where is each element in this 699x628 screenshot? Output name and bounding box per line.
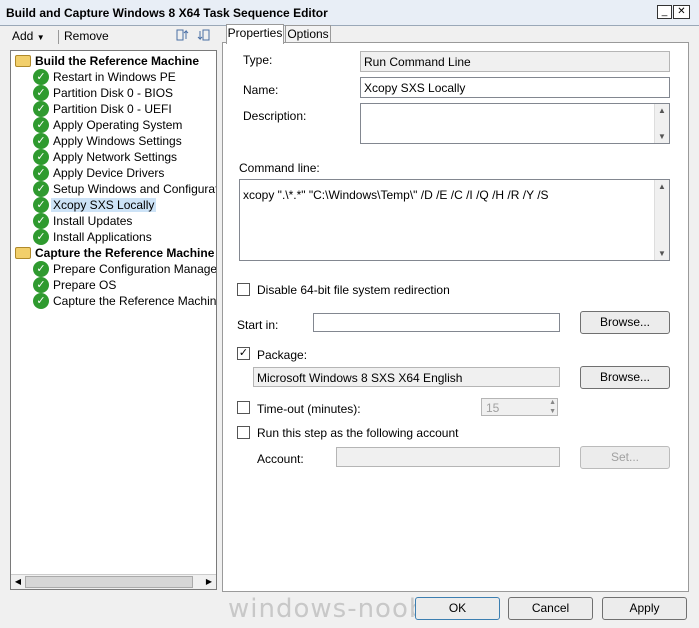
timeout-checkbox[interactable] bbox=[237, 401, 250, 414]
account-label: Account: bbox=[257, 452, 304, 466]
set-account-button[interactable]: Set... bbox=[580, 446, 670, 469]
success-check-icon: ✓ bbox=[33, 149, 49, 165]
tree-item-label: Xcopy SXS Locally bbox=[51, 198, 157, 212]
add-button-label: Add bbox=[12, 29, 34, 43]
toolbar-divider bbox=[58, 30, 59, 44]
move-down-icon[interactable] bbox=[196, 27, 212, 46]
folder-icon bbox=[15, 55, 31, 67]
run-as-account-label: Run this step as the following account bbox=[257, 426, 459, 440]
success-check-icon: ✓ bbox=[33, 213, 49, 229]
spin-down-icon[interactable]: ▼ bbox=[549, 408, 556, 415]
success-check-icon: ✓ bbox=[33, 101, 49, 117]
tree-group-label: Capture the Reference Machine bbox=[35, 246, 215, 260]
disable-64bit-checkbox[interactable] bbox=[237, 283, 250, 296]
tree-item-label: Install Updates bbox=[53, 214, 133, 228]
tree-group-label: Build the Reference Machine bbox=[35, 54, 200, 68]
command-line-field[interactable]: xcopy ".\*.*" "C:\Windows\Temp\" /D /E /… bbox=[239, 179, 670, 261]
title-bar: Build and Capture Windows 8 X64 Task Seq… bbox=[0, 0, 699, 26]
ok-button[interactable]: OK bbox=[415, 597, 500, 620]
success-check-icon: ✓ bbox=[33, 117, 49, 133]
close-icon: ✕ bbox=[677, 6, 686, 17]
close-button[interactable]: ✕ bbox=[673, 5, 690, 19]
disable-64bit-label: Disable 64-bit file system redirection bbox=[257, 283, 450, 297]
tree-item-label: Apply Device Drivers bbox=[53, 166, 165, 180]
spin-up-icon[interactable]: ▲ bbox=[549, 399, 556, 406]
success-check-icon: ✓ bbox=[33, 133, 49, 149]
success-check-icon: ✓ bbox=[33, 197, 49, 213]
description-label: Description: bbox=[243, 109, 307, 123]
remove-button[interactable]: Remove bbox=[64, 29, 109, 43]
tree-item-label: Partition Disk 0 - BIOS bbox=[53, 86, 174, 100]
tree-item-label: Apply Windows Settings bbox=[53, 134, 182, 148]
apply-button[interactable]: Apply bbox=[602, 597, 687, 620]
tab-properties[interactable]: Properties bbox=[226, 24, 284, 44]
scroll-left-icon[interactable]: ◀ bbox=[11, 576, 25, 588]
command-line-value: xcopy ".\*.*" "C:\Windows\Temp\" /D /E /… bbox=[243, 188, 549, 202]
scroll-up-icon[interactable]: ▲ bbox=[657, 182, 667, 191]
success-check-icon: ✓ bbox=[33, 293, 49, 309]
timeout-spinner[interactable]: 15 ▲ ▼ bbox=[481, 398, 558, 416]
move-up-icon[interactable] bbox=[174, 27, 190, 46]
success-check-icon: ✓ bbox=[33, 229, 49, 245]
scroll-right-icon[interactable]: ▶ bbox=[202, 576, 216, 588]
name-field[interactable]: Xcopy SXS Locally bbox=[360, 77, 670, 98]
package-checkbox[interactable]: ✓ bbox=[237, 347, 250, 360]
task-sequence-tree[interactable]: Build the Reference Machine ✓ Restart in … bbox=[10, 50, 217, 590]
success-check-icon: ✓ bbox=[33, 261, 49, 277]
tree-toolbar: Add ▼ Remove bbox=[6, 26, 220, 48]
tree-item-label: Restart in Windows PE bbox=[53, 70, 176, 84]
scroll-up-icon[interactable]: ▲ bbox=[657, 106, 667, 115]
start-in-field[interactable] bbox=[313, 313, 560, 332]
type-label: Type: bbox=[243, 53, 273, 67]
minimize-icon: _ bbox=[661, 6, 668, 17]
description-scrollbar[interactable]: ▲ ▼ bbox=[654, 104, 669, 143]
start-in-browse-button[interactable]: Browse... bbox=[580, 311, 670, 334]
tree-item-label: Prepare Configuration Manager Cli bbox=[53, 262, 217, 276]
tree-item-label: Partition Disk 0 - UEFI bbox=[53, 102, 172, 116]
add-button[interactable]: Add ▼ bbox=[12, 29, 45, 43]
tree-horizontal-scrollbar[interactable]: ◀ ▶ bbox=[11, 574, 216, 589]
success-check-icon: ✓ bbox=[33, 85, 49, 101]
timeout-value: 15 bbox=[486, 401, 500, 415]
package-label: Package: bbox=[257, 348, 308, 362]
package-value: Microsoft Windows 8 SXS X64 English bbox=[253, 367, 560, 387]
cancel-button[interactable]: Cancel bbox=[508, 597, 593, 620]
tree-item-label: Capture the Reference Machine bbox=[53, 294, 217, 308]
name-label: Name: bbox=[243, 83, 279, 97]
tree-item-label: Prepare OS bbox=[53, 278, 117, 292]
success-check-icon: ✓ bbox=[33, 181, 49, 197]
window-title: Build and Capture Windows 8 X64 Task Seq… bbox=[6, 6, 328, 20]
description-field[interactable]: ▲ ▼ bbox=[360, 103, 670, 144]
success-check-icon: ✓ bbox=[33, 277, 49, 293]
account-field bbox=[336, 447, 560, 467]
success-check-icon: ✓ bbox=[33, 165, 49, 181]
success-check-icon: ✓ bbox=[33, 69, 49, 85]
timeout-label: Time-out (minutes): bbox=[257, 402, 361, 416]
tree-item-label: Apply Network Settings bbox=[53, 150, 178, 164]
scroll-down-icon[interactable]: ▼ bbox=[657, 249, 667, 258]
run-as-account-checkbox[interactable] bbox=[237, 426, 250, 439]
tree-item-label: Install Applications bbox=[53, 230, 152, 244]
tree-item-label: Setup Windows and Configuration bbox=[53, 182, 217, 196]
command-line-scrollbar[interactable]: ▲ ▼ bbox=[654, 180, 669, 260]
command-line-label: Command line: bbox=[239, 161, 320, 175]
type-value: Run Command Line bbox=[360, 51, 670, 72]
tree-item-label: Apply Operating System bbox=[53, 118, 183, 132]
package-browse-button[interactable]: Browse... bbox=[580, 366, 670, 389]
checkmark-icon: ✓ bbox=[238, 347, 249, 359]
folder-icon bbox=[15, 247, 31, 259]
minimize-button[interactable]: _ bbox=[657, 5, 672, 19]
dropdown-arrow-icon: ▼ bbox=[36, 33, 45, 42]
scroll-down-icon[interactable]: ▼ bbox=[657, 132, 667, 141]
start-in-label: Start in: bbox=[237, 318, 279, 332]
scrollbar-thumb[interactable] bbox=[25, 576, 193, 588]
properties-panel: Type: Run Command Line Name: Xcopy SXS L… bbox=[222, 42, 689, 592]
